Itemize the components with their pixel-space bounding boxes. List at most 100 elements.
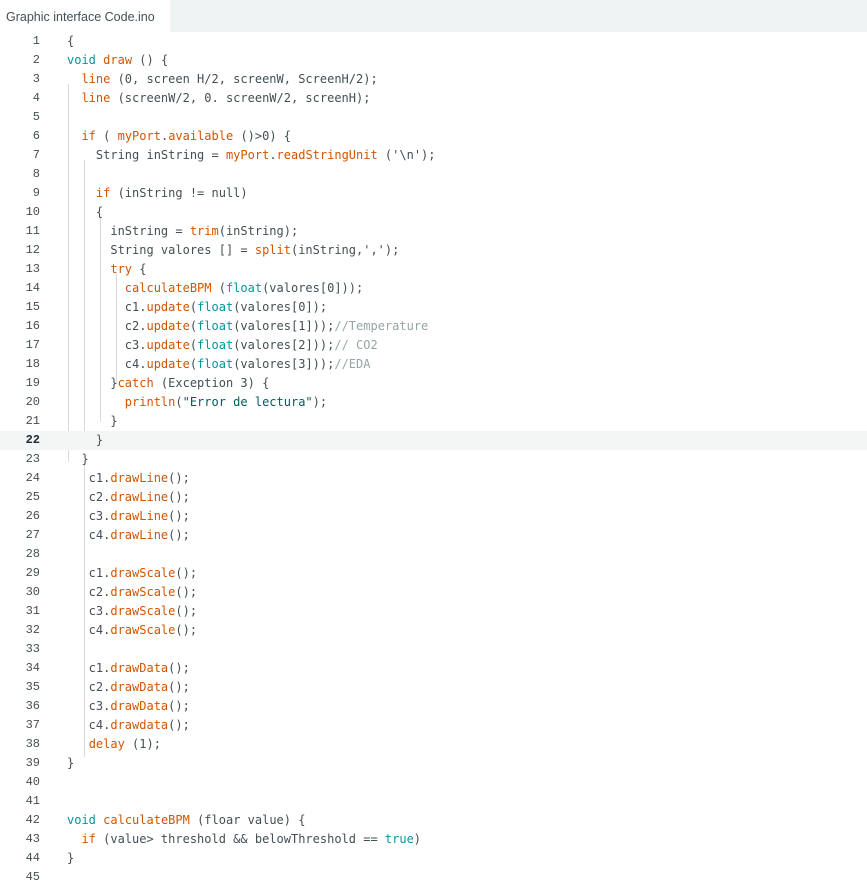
code-line[interactable]: 9 if (inString != null) bbox=[0, 184, 867, 203]
code-token: drawScale bbox=[110, 566, 175, 580]
line-number: 10 bbox=[0, 203, 40, 222]
code-token: (); bbox=[175, 604, 197, 618]
code-text: println("Error de lectura"); bbox=[67, 393, 327, 412]
code-line[interactable]: 20 println("Error de lectura"); bbox=[0, 393, 867, 412]
code-text: inString = trim(inString); bbox=[67, 222, 298, 241]
code-token: float bbox=[197, 319, 233, 333]
line-number: 42 bbox=[0, 811, 40, 830]
code-line[interactable]: 31 c3.drawScale(); bbox=[0, 602, 867, 621]
code-line[interactable]: 45 bbox=[0, 868, 867, 887]
line-number: 15 bbox=[0, 298, 40, 317]
code-line[interactable]: 12 String valores [] = split(inString,',… bbox=[0, 241, 867, 260]
code-line[interactable]: 17 c3.update(float(valores[2]));// CO2 bbox=[0, 336, 867, 355]
code-line[interactable]: 4 line (screenW/2, 0. screenW/2, screenH… bbox=[0, 89, 867, 108]
code-line[interactable]: 13 try { bbox=[0, 260, 867, 279]
code-line[interactable]: 15 c1.update(float(valores[0]); bbox=[0, 298, 867, 317]
code-line[interactable]: 5 bbox=[0, 108, 867, 127]
code-token: (); bbox=[168, 471, 190, 485]
code-line[interactable]: 40 bbox=[0, 773, 867, 792]
code-line[interactable]: 6 if ( myPort.available ()>0) { bbox=[0, 127, 867, 146]
line-number: 28 bbox=[0, 545, 40, 564]
code-token: (); bbox=[168, 699, 190, 713]
code-token: (0, screen H/2, screenW, ScreenH/2); bbox=[110, 72, 377, 86]
code-token bbox=[67, 129, 81, 143]
code-token: c2. bbox=[67, 319, 146, 333]
code-line[interactable]: 8 bbox=[0, 165, 867, 184]
code-token: drawData bbox=[110, 680, 168, 694]
code-text: line (0, screen H/2, screenW, ScreenH/2)… bbox=[67, 70, 378, 89]
line-number: 8 bbox=[0, 165, 40, 184]
code-token: float bbox=[226, 281, 262, 295]
code-text: if (value> threshold && belowThreshold =… bbox=[67, 830, 421, 849]
code-editor[interactable]: 1{2void draw () {3 line (0, screen H/2, … bbox=[0, 32, 867, 885]
code-line[interactable]: 42void calculateBPM (floar value) { bbox=[0, 811, 867, 830]
code-line[interactable]: 27 c4.drawLine(); bbox=[0, 526, 867, 545]
line-number: 22 bbox=[0, 431, 40, 450]
code-text: String valores [] = split(inString,','); bbox=[67, 241, 399, 260]
code-line[interactable]: 22 } bbox=[0, 431, 867, 450]
code-line[interactable]: 30 c2.drawScale(); bbox=[0, 583, 867, 602]
code-text: try { bbox=[67, 260, 147, 279]
code-line[interactable]: 33 bbox=[0, 640, 867, 659]
code-line[interactable]: 19 }catch (Exception 3) { bbox=[0, 374, 867, 393]
code-line[interactable]: 37 c4.drawdata(); bbox=[0, 716, 867, 735]
code-token: (); bbox=[168, 718, 190, 732]
code-line[interactable]: 10 { bbox=[0, 203, 867, 222]
code-text: }catch (Exception 3) { bbox=[67, 374, 269, 393]
line-number: 44 bbox=[0, 849, 40, 868]
code-line[interactable]: 39} bbox=[0, 754, 867, 773]
code-line[interactable]: 43 if (value> threshold && belowThreshol… bbox=[0, 830, 867, 849]
code-line[interactable]: 44} bbox=[0, 849, 867, 868]
code-text: c4.drawLine(); bbox=[67, 526, 190, 545]
code-token: float bbox=[197, 338, 233, 352]
code-line[interactable]: 18 c4.update(float(valores[3]));//EDA bbox=[0, 355, 867, 374]
file-tab[interactable]: Graphic interface Code.ino bbox=[0, 0, 170, 32]
code-token bbox=[67, 395, 125, 409]
code-token bbox=[67, 186, 96, 200]
code-token: { bbox=[67, 205, 103, 219]
line-number: 19 bbox=[0, 374, 40, 393]
code-line[interactable]: 38 delay (1); bbox=[0, 735, 867, 754]
code-token: try bbox=[110, 262, 132, 276]
code-line[interactable]: 3 line (0, screen H/2, screenW, ScreenH/… bbox=[0, 70, 867, 89]
line-number: 3 bbox=[0, 70, 40, 89]
code-token: myPort bbox=[226, 148, 269, 162]
code-line[interactable]: 26 c3.drawLine(); bbox=[0, 507, 867, 526]
code-text: c4.drawdata(); bbox=[67, 716, 190, 735]
code-line[interactable]: 24 c1.drawLine(); bbox=[0, 469, 867, 488]
line-number: 29 bbox=[0, 564, 40, 583]
line-number: 13 bbox=[0, 260, 40, 279]
code-line[interactable]: 29 c1.drawScale(); bbox=[0, 564, 867, 583]
code-line[interactable]: 1{ bbox=[0, 32, 867, 51]
code-token: (); bbox=[175, 623, 197, 637]
code-line[interactable]: 36 c3.drawData(); bbox=[0, 697, 867, 716]
code-line[interactable]: 14 calculateBPM (float(valores[0])); bbox=[0, 279, 867, 298]
code-token: catch bbox=[118, 376, 154, 390]
code-line[interactable]: 34 c1.drawData(); bbox=[0, 659, 867, 678]
code-line[interactable]: 2void draw () { bbox=[0, 51, 867, 70]
code-line[interactable]: 41 bbox=[0, 792, 867, 811]
code-line[interactable]: 23 } bbox=[0, 450, 867, 469]
code-text: c3.drawData(); bbox=[67, 697, 190, 716]
line-number: 27 bbox=[0, 526, 40, 545]
line-number: 6 bbox=[0, 127, 40, 146]
code-token: drawData bbox=[110, 699, 168, 713]
code-line[interactable]: 21 } bbox=[0, 412, 867, 431]
code-line[interactable]: 7 String inString = myPort.readStringUni… bbox=[0, 146, 867, 165]
line-number: 21 bbox=[0, 412, 40, 431]
code-line[interactable]: 16 c2.update(float(valores[1]));//Temper… bbox=[0, 317, 867, 336]
code-token: void bbox=[67, 813, 96, 827]
code-token: } bbox=[67, 433, 103, 447]
line-number: 39 bbox=[0, 754, 40, 773]
code-token: } bbox=[67, 851, 74, 865]
code-line[interactable]: 11 inString = trim(inString); bbox=[0, 222, 867, 241]
code-token: ( bbox=[190, 338, 197, 352]
code-line[interactable]: 32 c4.drawScale(); bbox=[0, 621, 867, 640]
code-token: (valores[0]); bbox=[233, 300, 327, 314]
code-token: c4. bbox=[67, 623, 110, 637]
code-line[interactable]: 25 c2.drawLine(); bbox=[0, 488, 867, 507]
code-line[interactable]: 28 bbox=[0, 545, 867, 564]
code-line[interactable]: 35 c2.drawData(); bbox=[0, 678, 867, 697]
code-token: available bbox=[168, 129, 233, 143]
code-token: split bbox=[255, 243, 291, 257]
